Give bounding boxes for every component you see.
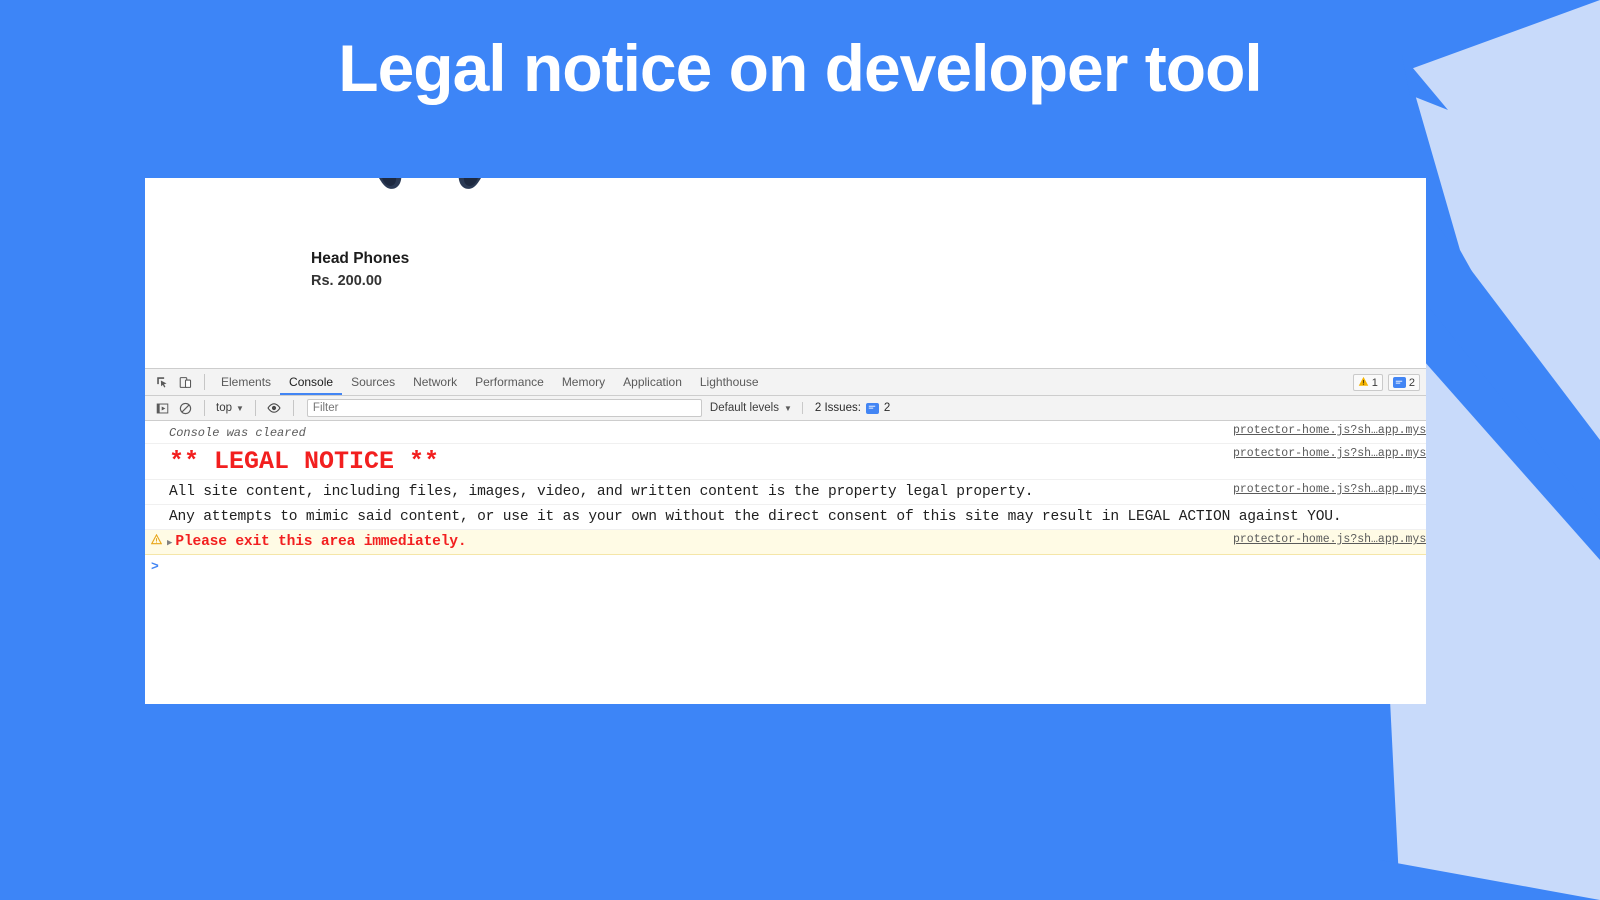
- browser-panel: Head Phones Rs. 200.00 Elements Console …: [145, 178, 1426, 704]
- product-card: Head Phones Rs. 200.00: [145, 178, 1426, 368]
- console-message-list[interactable]: Console was cleared protector-home.js?sh…: [145, 421, 1426, 703]
- console-text: All site content, including files, image…: [169, 484, 1034, 501]
- tab-performance[interactable]: Performance: [466, 369, 553, 395]
- console-row-warning-exit: ▶ Please exit this area immediately. prot…: [145, 530, 1426, 556]
- message-bubble-icon: [1392, 377, 1406, 388]
- console-text: Please exit this area immediately.: [175, 534, 467, 551]
- warning-triangle-icon: [1358, 376, 1369, 390]
- message-count-badge[interactable]: 2: [1387, 374, 1420, 391]
- toolbar-divider: [204, 374, 205, 390]
- headphones-product-image: [379, 178, 481, 189]
- tab-sources[interactable]: Sources: [342, 369, 404, 395]
- chevron-down-icon: ▼: [236, 403, 244, 413]
- tab-lighthouse[interactable]: Lighthouse: [691, 369, 768, 395]
- execute-context-icon[interactable]: [151, 398, 173, 418]
- warning-triangle-icon: [150, 533, 162, 548]
- source-link[interactable]: protector-home.js?sh…app.mysho: [1233, 424, 1426, 437]
- warning-count-badge[interactable]: 1: [1352, 374, 1383, 391]
- row-gutter: [145, 446, 167, 448]
- source-link[interactable]: protector-home.js?sh…app.mysho: [1233, 533, 1426, 546]
- issues-bubble-icon: [865, 402, 879, 414]
- context-selector[interactable]: top ▼: [212, 402, 248, 414]
- issues-count: 2: [883, 402, 891, 414]
- tab-memory[interactable]: Memory: [553, 369, 614, 395]
- row-gutter: [145, 423, 167, 425]
- row-gutter: [145, 507, 167, 509]
- console-row-legal-action: Any attempts to mimic said content, or u…: [145, 505, 1426, 531]
- log-levels-selector[interactable]: Default levels ▼: [710, 402, 792, 414]
- product-price: Rs. 200.00: [311, 273, 382, 289]
- devtools-status-badges: 1 2: [1352, 369, 1420, 396]
- console-text: Console was cleared: [169, 426, 306, 440]
- devtools-tabbar: Elements Console Sources Network Perform…: [145, 369, 1426, 396]
- chevron-down-icon: ▼: [783, 403, 792, 413]
- row-gutter: [145, 482, 167, 484]
- filterbar-divider-1: [204, 400, 205, 416]
- product-name: Head Phones: [311, 250, 410, 267]
- clear-console-icon[interactable]: [174, 398, 196, 418]
- filterbar-divider-2: [254, 400, 256, 416]
- tab-console[interactable]: Console: [280, 369, 343, 395]
- console-row-content-statement: All site content, including files, image…: [145, 480, 1426, 506]
- tab-application[interactable]: Application: [614, 369, 691, 395]
- devtools-panel: Elements Console Sources Network Perform…: [145, 368, 1426, 704]
- tab-network[interactable]: Network: [404, 369, 466, 395]
- console-filter-bar: top ▼ Default levels ▼ 2: [145, 396, 1426, 421]
- source-link[interactable]: protector-home.js?sh…app.mysho: [1233, 483, 1426, 496]
- prompt-caret-icon: >: [151, 558, 159, 574]
- row-gutter: [145, 532, 167, 548]
- issues-button[interactable]: 2 Issues: 2: [801, 402, 891, 414]
- console-text: ** LEGAL NOTICE **: [169, 447, 440, 476]
- page-title: Legal notice on developer tool: [338, 31, 1262, 105]
- console-row-cleared: Console was cleared protector-home.js?sh…: [145, 421, 1426, 444]
- inspect-element-icon[interactable]: [151, 372, 173, 392]
- warning-count: 1: [1371, 376, 1378, 389]
- context-selector-label: top: [216, 402, 232, 414]
- console-prompt-row[interactable]: >: [145, 555, 1426, 577]
- expand-arrow-icon[interactable]: ▶: [167, 538, 172, 548]
- issues-label: 2 Issues:: [814, 402, 861, 414]
- console-text: Any attempts to mimic said content, or u…: [169, 509, 1342, 526]
- slide-root: Legal notice on developer tool Head Phon…: [0, 0, 1600, 900]
- log-levels-label: Default levels: [709, 402, 779, 414]
- message-count: 2: [1408, 376, 1415, 389]
- device-toolbar-icon[interactable]: [174, 372, 196, 392]
- tab-elements[interactable]: Elements: [212, 369, 280, 395]
- row-content: Any attempts to mimic said content, or u…: [167, 507, 1426, 527]
- filterbar-divider-3: [292, 400, 294, 416]
- source-link[interactable]: protector-home.js?sh…app.mysho: [1233, 447, 1426, 460]
- filter-input[interactable]: [306, 399, 702, 417]
- live-expression-eye-icon[interactable]: [263, 398, 285, 418]
- console-row-legal-notice: ** LEGAL NOTICE ** protector-home.js?sh……: [145, 444, 1426, 481]
